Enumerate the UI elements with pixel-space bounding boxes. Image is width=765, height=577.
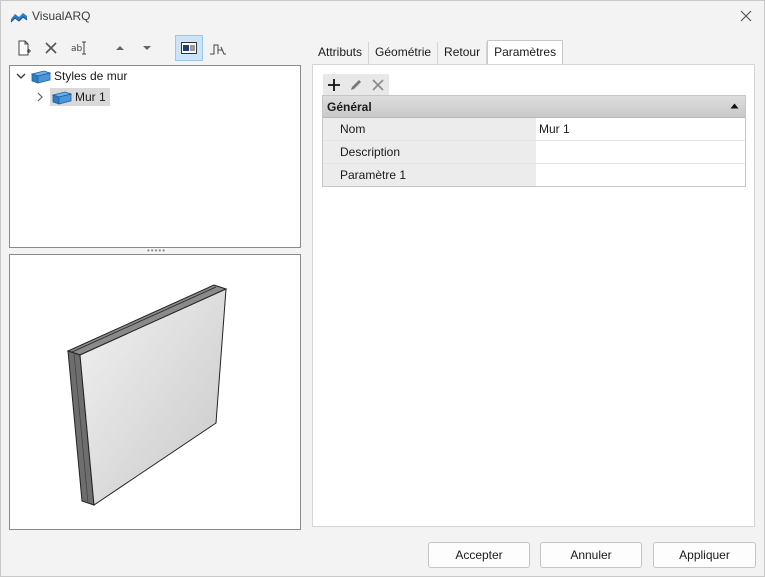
new-style-button[interactable] — [11, 35, 37, 61]
tree-item-highlight: Mur 1 — [50, 88, 110, 106]
edit-parameter-button[interactable] — [345, 74, 367, 96]
param-name: Paramètre 1 — [323, 164, 536, 186]
section-header-general[interactable]: Général — [323, 96, 745, 118]
close-icon — [740, 10, 752, 22]
param-name: Description — [323, 141, 536, 163]
chevron-down-icon[interactable] — [15, 70, 27, 82]
apply-button[interactable]: Appliquer — [653, 542, 756, 568]
title-bar: VisualARQ — [1, 1, 764, 33]
section-view-icon — [210, 44, 226, 55]
wall-preview[interactable] — [9, 254, 301, 530]
tree-root-label: Styles de mur — [54, 69, 128, 83]
parameter-grid: Général Nom Mur 1 Description Paramètre … — [322, 95, 746, 187]
wall-style-folder-icon — [31, 70, 51, 84]
add-parameter-button[interactable] — [323, 74, 345, 96]
preview-toggle-button[interactable] — [175, 35, 203, 61]
cancel-button[interactable]: Annuler — [540, 542, 642, 568]
move-up-icon — [116, 46, 124, 50]
panel-splitter[interactable]: ••••• — [147, 247, 165, 255]
param-value-field[interactable] — [536, 141, 745, 163]
wall-3d-preview-image — [66, 284, 228, 506]
pencil-icon — [351, 80, 361, 90]
delete-style-button[interactable] — [38, 35, 64, 61]
rename-style-button[interactable]: ab — [67, 35, 93, 61]
rename-icon: ab — [71, 41, 86, 55]
tab-parametres[interactable]: Paramètres — [487, 40, 564, 64]
param-row-nom[interactable]: Nom Mur 1 — [323, 118, 745, 141]
tree-item-mur-1[interactable]: Mur 1 — [34, 87, 110, 107]
tree-root-row[interactable]: Styles de mur — [15, 66, 127, 86]
parameter-toolbar — [323, 74, 389, 96]
new-style-icon — [18, 40, 31, 56]
style-tree[interactable]: Styles de mur Mur 1 — [9, 65, 301, 248]
preview-toggle-icon — [181, 42, 197, 54]
move-up-button[interactable] — [107, 35, 133, 61]
style-toolbar: ab — [11, 35, 236, 61]
section-view-button[interactable] — [205, 35, 231, 61]
remove-parameter-button[interactable] — [367, 74, 389, 96]
move-down-icon — [143, 46, 151, 50]
param-row-description[interactable]: Description — [323, 141, 745, 164]
svg-text:ab: ab — [71, 44, 83, 54]
close-icon — [372, 79, 384, 91]
param-value-field[interactable] — [536, 164, 745, 186]
param-row-parametre-1[interactable]: Paramètre 1 — [323, 164, 745, 187]
close-button[interactable] — [734, 5, 758, 27]
tab-retour[interactable]: Retour — [438, 42, 488, 64]
delete-icon — [45, 42, 57, 54]
move-down-button[interactable] — [134, 35, 160, 61]
properties-tabs: Attributs Géométrie Retour Paramètres — [312, 40, 564, 64]
plus-icon — [328, 79, 340, 91]
dialog-window: VisualARQ ab Styles de mur Mur 1 ••••• A… — [0, 0, 765, 577]
section-title: Général — [327, 100, 372, 114]
accept-button[interactable]: Accepter — [428, 542, 530, 568]
collapse-arrow-icon[interactable] — [730, 103, 739, 109]
tab-attributs[interactable]: Attributs — [312, 42, 370, 64]
param-value-field[interactable]: Mur 1 — [536, 118, 745, 140]
wall-style-icon — [52, 91, 72, 105]
tab-geometrie[interactable]: Géométrie — [369, 42, 439, 64]
tree-item-label: Mur 1 — [75, 90, 106, 104]
chevron-right-icon[interactable] — [34, 91, 46, 103]
param-name: Nom — [323, 118, 536, 140]
window-title: VisualARQ — [32, 9, 91, 23]
visualarq-logo-icon — [10, 13, 28, 23]
